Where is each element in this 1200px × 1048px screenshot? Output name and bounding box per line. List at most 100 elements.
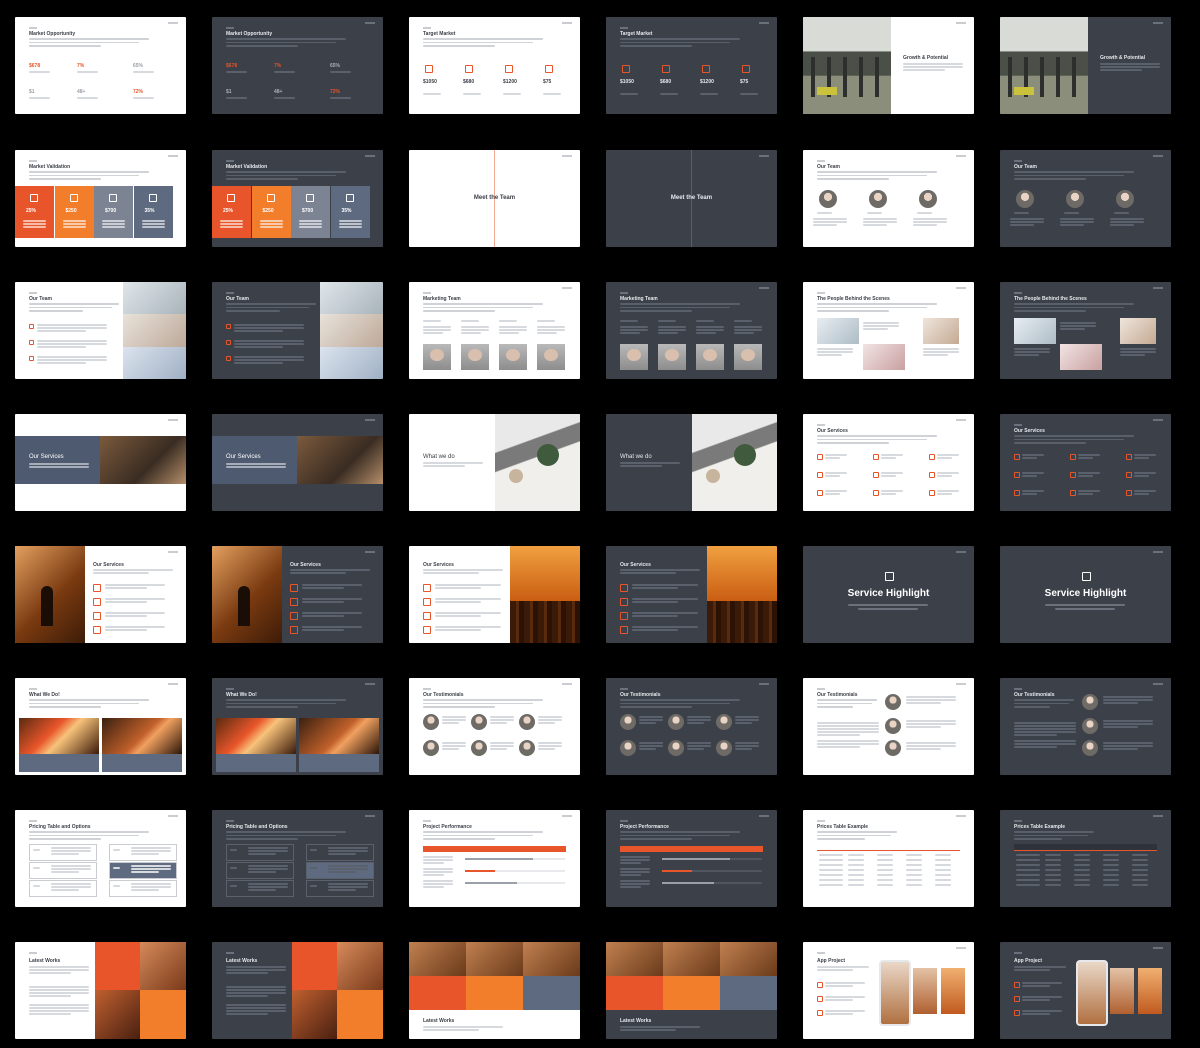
stat-value: 7% xyxy=(77,63,85,69)
slide-people-behind-light[interactable]: The People Behind the Scenes xyxy=(803,282,974,379)
text-line xyxy=(37,330,86,332)
table-cell xyxy=(848,879,864,881)
slide-market-validation-light[interactable]: Market Validation 25% $250 $700 35% xyxy=(15,150,186,247)
slide-our-team-dark[interactable]: Our Team xyxy=(1000,150,1171,247)
slide-latest-works-grid-light[interactable]: Latest Works xyxy=(409,942,580,1039)
slide-marketing-team-dark[interactable]: Marketing Team xyxy=(606,282,777,379)
slide-our-services-city-light[interactable]: Our Services xyxy=(409,546,580,643)
slide-testimonials-list-dark[interactable]: Our Testimonials xyxy=(1000,678,1171,775)
slide-our-services-banner-dark[interactable]: Our Services xyxy=(212,414,383,511)
text-line xyxy=(1078,475,1094,477)
slide-growth-light[interactable]: Growth & Potential xyxy=(803,17,974,114)
text-line xyxy=(248,853,276,855)
subtitle-lines xyxy=(817,699,877,708)
text-line xyxy=(226,834,337,836)
section-label xyxy=(29,952,37,954)
page-number xyxy=(759,287,769,289)
slide-title: Service Highlight xyxy=(847,588,930,599)
slide-pricing-options-light[interactable]: Pricing Table and Options xyxy=(15,810,186,907)
text-line xyxy=(863,325,899,327)
text-line xyxy=(248,850,288,852)
text-line xyxy=(817,734,861,736)
text-line xyxy=(435,587,482,589)
table-cell xyxy=(1016,884,1040,886)
slide-our-services-banner-light[interactable]: Our Services xyxy=(15,414,186,511)
slide-marketing-team-light[interactable]: Marketing Team xyxy=(409,282,580,379)
table-cell xyxy=(1103,884,1119,886)
text-line xyxy=(1014,831,1094,833)
slide-prices-table-dark[interactable]: Prices Table Example xyxy=(1000,810,1171,907)
service-icon xyxy=(873,472,879,478)
slide-growth-dark[interactable]: Growth & Potential xyxy=(1000,17,1171,114)
slide-our-services-photo-dark[interactable]: Our Services xyxy=(212,546,383,643)
slide-our-team-list-light[interactable]: Our Team xyxy=(15,282,186,379)
slide-service-highlight-light[interactable]: Service Highlight xyxy=(803,546,974,643)
team-photo xyxy=(123,347,186,379)
text-line xyxy=(105,584,165,586)
slide-our-team-light[interactable]: Our Team xyxy=(803,150,974,247)
text-line xyxy=(29,992,89,994)
slide-project-performance-light[interactable]: Project Performance xyxy=(409,810,580,907)
slide-testimonials-grid-dark[interactable]: Our Testimonials xyxy=(606,678,777,775)
slide-project-performance-dark[interactable]: Project Performance xyxy=(606,810,777,907)
slide-market-opportunity-dark[interactable]: Market Opportunity $678 7% 65% $1 48+ 72% xyxy=(212,17,383,114)
slide-latest-works-light[interactable]: Latest Works xyxy=(15,942,186,1039)
slide-what-we-do2-dark[interactable]: What We Do! xyxy=(212,678,383,775)
slide-meet-team-light[interactable]: Meet the Team xyxy=(409,150,580,247)
text-line xyxy=(1014,212,1030,214)
slide-people-behind-dark[interactable]: The People Behind the Scenes xyxy=(1000,282,1171,379)
text-line xyxy=(51,847,91,849)
slide-target-market-light[interactable]: Target Market $1050 $680 $1200 $75 xyxy=(409,17,580,114)
slide-what-we-do2-light[interactable]: What We Do! xyxy=(15,678,186,775)
section-label xyxy=(29,27,37,29)
validation-card: 25% xyxy=(212,186,251,238)
slide-target-market-dark[interactable]: Target Market $1050 $680 $1200 $75 xyxy=(606,17,777,114)
slide-pricing-options-dark[interactable]: Pricing Table and Options xyxy=(212,810,383,907)
text-line xyxy=(131,886,171,888)
slide-our-services-city-dark[interactable]: Our Services xyxy=(606,546,777,643)
slide-what-we-do-dark[interactable]: What we do xyxy=(606,414,777,511)
slide-latest-works-grid-dark[interactable]: Latest Works xyxy=(606,942,777,1039)
text-line xyxy=(102,226,125,228)
text-line xyxy=(234,362,283,364)
text-line xyxy=(423,706,495,708)
slide-services-grid-dark[interactable]: Our Services xyxy=(1000,414,1171,511)
slide-services-grid-light[interactable]: Our Services xyxy=(803,414,974,511)
text-line xyxy=(735,742,759,744)
slide-our-team-list-dark[interactable]: Our Team xyxy=(212,282,383,379)
slide-market-validation-dark[interactable]: Market Validation 25% $250 $700 35% xyxy=(212,150,383,247)
text-line xyxy=(620,859,650,861)
subtitle-lines xyxy=(29,171,149,180)
page-number xyxy=(1153,22,1163,24)
text-line xyxy=(1014,834,1088,836)
text-line xyxy=(226,972,268,974)
text-line xyxy=(1110,224,1134,226)
table-cell xyxy=(1103,864,1119,866)
slide-app-project-light[interactable]: App Project xyxy=(803,942,974,1039)
text-line xyxy=(29,306,112,308)
slide-market-opportunity-light[interactable]: Market Opportunity $678 7% 65% $1 48+ 72% xyxy=(15,17,186,114)
text-line xyxy=(696,320,715,322)
page-number xyxy=(1153,551,1163,553)
subtitle-lines xyxy=(1014,699,1074,708)
text-line xyxy=(226,995,268,997)
service-icon xyxy=(929,454,935,460)
slide-app-project-dark[interactable]: App Project xyxy=(1000,942,1171,1039)
text-line xyxy=(234,343,304,345)
slide-prices-table-light[interactable]: Prices Table Example xyxy=(803,810,974,907)
slide-testimonials-list-light[interactable]: Our Testimonials xyxy=(803,678,974,775)
slide-our-services-photo-light[interactable]: Our Services xyxy=(15,546,186,643)
text-line xyxy=(226,41,337,43)
slide-what-we-do-light[interactable]: What we do xyxy=(409,414,580,511)
testimonial-avatar xyxy=(1082,718,1098,734)
text-line xyxy=(131,850,171,852)
testimonial-avatar xyxy=(423,740,439,756)
slide-service-highlight-dark[interactable]: Service Highlight xyxy=(1000,546,1171,643)
slide-testimonials-grid-light[interactable]: Our Testimonials xyxy=(409,678,580,775)
text-line xyxy=(62,220,86,222)
page-number xyxy=(168,815,178,817)
text-line xyxy=(1014,435,1134,437)
slide-meet-team-dark[interactable]: Meet the Team xyxy=(606,150,777,247)
text-line xyxy=(1014,699,1074,701)
slide-latest-works-dark[interactable]: Latest Works xyxy=(212,942,383,1039)
